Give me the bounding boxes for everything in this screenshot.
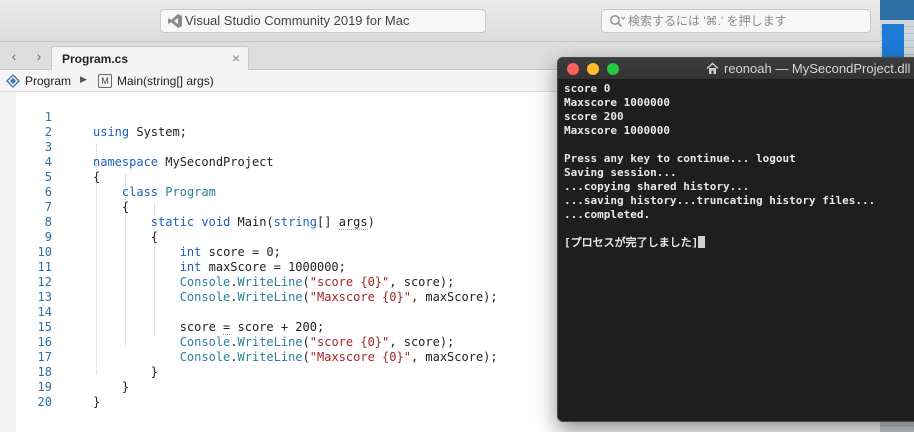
- search-input[interactable]: 検索するには '⌘.' を押します: [601, 9, 871, 33]
- close-icon[interactable]: ×: [232, 50, 240, 66]
- back-arrow-icon[interactable]: ‹: [7, 48, 21, 64]
- terminal-line: ...saving history...truncating history f…: [564, 194, 876, 207]
- terminal-window[interactable]: reonoah — MySecondProject.dll score 0 Ma…: [557, 57, 914, 422]
- search-icon: [610, 15, 625, 27]
- terminal-line: Press any key to continue... logout: [564, 152, 796, 165]
- home-icon: [706, 62, 719, 74]
- breadcrumb-item-class[interactable]: Program: [25, 74, 71, 88]
- zoom-window-button[interactable]: [607, 63, 619, 75]
- close-window-button[interactable]: [567, 63, 579, 75]
- terminal-cursor: [698, 236, 706, 248]
- terminal-line: score 0: [564, 82, 611, 95]
- terminal-line: Saving session...: [564, 166, 677, 179]
- search-placeholder: 検索するには '⌘.' を押します: [628, 14, 787, 28]
- terminal-title: reonoah — MySecondProject.dll: [724, 61, 911, 76]
- terminal-line: [プロセスが完了しました]: [564, 236, 706, 250]
- tab-label: Program.cs: [62, 52, 129, 66]
- status-text: Visual Studio Community 2019 for Mac: [185, 13, 410, 28]
- minimize-window-button[interactable]: [587, 63, 599, 75]
- terminal-title-bar[interactable]: reonoah — MySecondProject.dll: [558, 58, 914, 80]
- tab-program-cs[interactable]: Program.cs ×: [51, 46, 249, 70]
- terminal-line: Maxscore 1000000: [564, 96, 670, 109]
- visual-studio-icon: [168, 14, 182, 28]
- terminal-line: score 200: [564, 110, 624, 123]
- method-icon: M: [98, 74, 112, 88]
- forward-arrow-icon[interactable]: ›: [32, 48, 46, 64]
- status-bar: Visual Studio Community 2019 for Mac: [160, 9, 486, 33]
- breadcrumb-item-method[interactable]: Main(string[] args): [117, 74, 214, 88]
- terminal-line: ...copying shared history...: [564, 180, 750, 193]
- toolbar: Visual Studio Community 2019 for Mac 検索す…: [0, 0, 880, 42]
- terminal-line: ...completed.: [564, 208, 651, 221]
- terminal-line: Maxscore 1000000: [564, 124, 670, 137]
- process-complete-text: [プロセスが完了しました]: [564, 236, 699, 249]
- class-icon: [6, 74, 20, 88]
- chevron-right-icon: ▶: [80, 74, 87, 84]
